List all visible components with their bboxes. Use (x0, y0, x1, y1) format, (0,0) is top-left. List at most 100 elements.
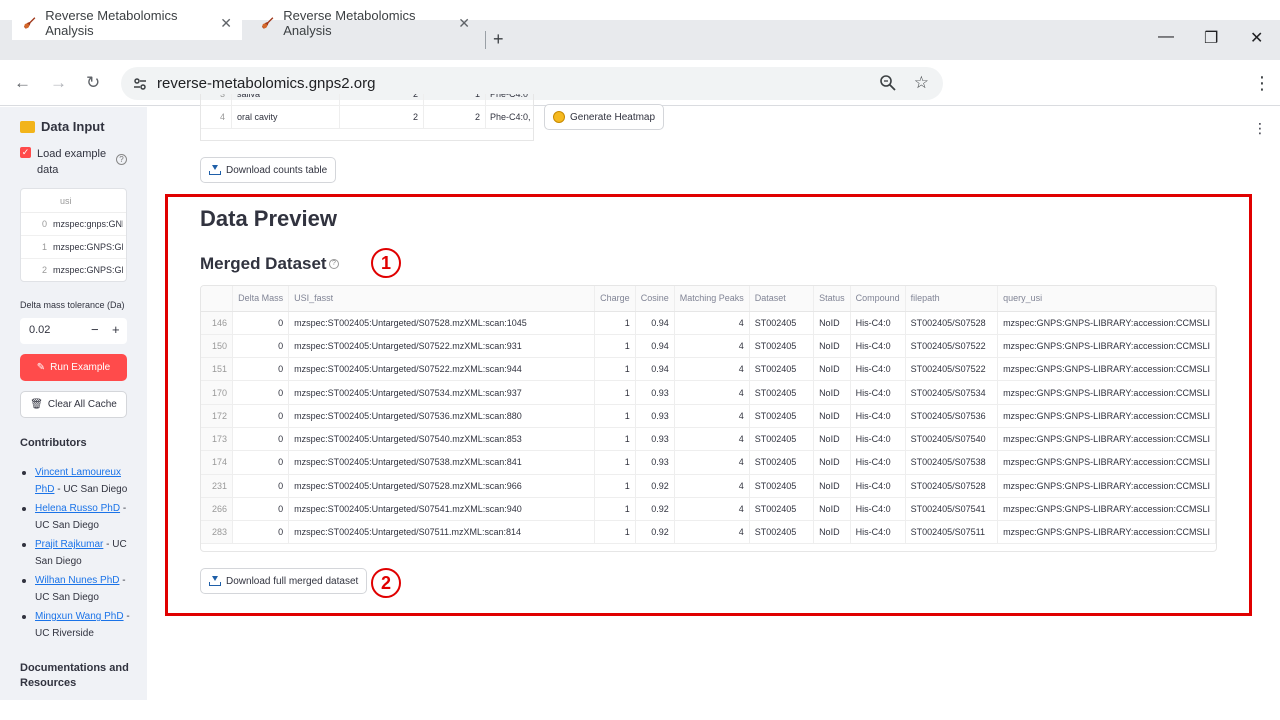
table-row[interactable]: 3 saliva 2 1 Phe-C4:0 (201, 94, 533, 106)
table-cell[interactable]: ST002405/S07540 (905, 427, 999, 452)
tab-active[interactable]: Reverse Metabolomics Analysis ✕ (12, 6, 242, 40)
table-cell[interactable]: NoID (813, 404, 851, 428)
forward-icon[interactable]: → (50, 73, 67, 93)
table-cell[interactable]: 4 (674, 450, 750, 475)
table-cell[interactable]: 0.94 (635, 334, 675, 359)
table-cell[interactable]: mzspec:ST002405:Untargeted/S07534.mzXML:… (288, 380, 596, 405)
table-cell[interactable]: mzspec:GNPS:GNPS-LIBRARY:accession:CCMSL… (997, 474, 1216, 498)
download-counts-button[interactable]: Download counts table (200, 157, 337, 183)
table-cell[interactable]: ST002405/S07528 (905, 474, 999, 498)
decrement-button[interactable]: − (91, 322, 99, 337)
table-cell[interactable]: 0 (232, 404, 290, 428)
table-cell[interactable]: mzspec:ST002405:Untargeted/S07538.mzXML:… (288, 450, 596, 475)
table-cell[interactable]: 0 (232, 520, 290, 545)
table-cell[interactable]: mzspec:ST002405:Untargeted/S07536.mzXML:… (288, 404, 596, 428)
table-cell[interactable]: ST002405/S07541 (905, 497, 999, 522)
table-cell[interactable]: 0 (232, 357, 290, 382)
table-cell[interactable]: His-C4:0 (850, 404, 906, 428)
table-cell[interactable]: ST002405 (749, 334, 815, 359)
table-cell[interactable]: 4 (674, 311, 750, 335)
table-cell[interactable]: ST002405 (749, 474, 815, 498)
table-cell[interactable]: ST002405/S07534 (905, 380, 999, 405)
table-cell[interactable]: 0 (232, 334, 290, 359)
table-row[interactable]: 170 0 mzspec:ST002405:Untargeted/S07534.mz… (201, 380, 1216, 405)
table-cell[interactable]: mzspec:GNPS:GNPS-LIBRARY:accession:CCMSL… (997, 380, 1216, 405)
contributor-link[interactable]: Prajit Rajkumar (35, 539, 103, 550)
run-example-button[interactable]: ✎ Run Example (20, 354, 127, 381)
table-cell[interactable]: ST002405/S07522 (905, 357, 999, 382)
table-cell[interactable]: 0.92 (635, 497, 675, 522)
table-cell[interactable]: His-C4:0 (850, 334, 906, 359)
increment-button[interactable]: + (112, 322, 120, 337)
table-cell[interactable]: 0 (232, 474, 290, 498)
table-row[interactable]: 283 0 mzspec:ST002405:Untargeted/S07511.mz… (201, 520, 1216, 545)
minimize-icon[interactable]: — (1158, 28, 1174, 46)
column-header[interactable]: Status (813, 286, 851, 312)
table-cell[interactable]: His-C4:0 (850, 357, 906, 382)
table-cell[interactable]: NoID (813, 474, 851, 498)
page-menu-icon[interactable]: ⋮ (1253, 120, 1267, 137)
download-merged-button[interactable]: Download full merged dataset (200, 568, 368, 594)
table-cell[interactable]: mzspec:GNPS:GNPS-LIBRARY:accession:CCMSL… (997, 311, 1216, 335)
zoom-icon[interactable] (879, 74, 897, 92)
window-close-icon[interactable]: ✕ (1250, 28, 1263, 48)
column-header[interactable]: query_usi (997, 286, 1216, 312)
table-cell[interactable]: ST002405/S07538 (905, 450, 999, 475)
table-cell[interactable]: 1 (594, 450, 636, 475)
site-settings-icon[interactable] (132, 76, 148, 92)
table-cell[interactable]: mzspec:GNPS:GNPS-LIBRARY:accession:CCMSL… (997, 497, 1216, 522)
table-row[interactable]: 172 0 mzspec:ST002405:Untargeted/S07536.mz… (201, 404, 1216, 428)
table-cell[interactable]: 1 (594, 311, 636, 335)
table-row[interactable]: 2mzspec:GNPS:GNPS-LIBRARY (21, 259, 126, 281)
back-icon[interactable]: ← (14, 73, 31, 93)
table-cell[interactable]: ST002405 (749, 497, 815, 522)
table-cell[interactable]: 0.92 (635, 474, 675, 498)
contributor-link[interactable]: Wilhan Nunes PhD (35, 575, 119, 586)
table-cell[interactable]: ST002405 (749, 427, 815, 452)
table-cell[interactable]: 0.93 (635, 427, 675, 452)
table-cell[interactable]: ST002405/S07528 (905, 311, 999, 335)
column-header[interactable]: Compound (850, 286, 906, 312)
table-row[interactable]: 151 0 mzspec:ST002405:Untargeted/S07522.mz… (201, 357, 1216, 382)
table-cell[interactable]: mzspec:GNPS:GNPS-LIBRARY:accession:CCMSL… (997, 357, 1216, 382)
table-cell[interactable]: His-C4:0 (850, 380, 906, 405)
table-cell[interactable]: 4 (674, 474, 750, 498)
column-header[interactable] (201, 286, 234, 312)
table-cell[interactable]: His-C4:0 (850, 311, 906, 335)
table-cell[interactable]: mzspec:GNPS:GNPS-LIBRARY:accession:CCMSL… (997, 450, 1216, 475)
table-cell[interactable]: mzspec:ST002405:Untargeted/S07528.mzXML:… (288, 311, 596, 335)
table-cell[interactable]: NoID (813, 357, 851, 382)
usi-column-header[interactable]: usi (21, 189, 126, 213)
table-cell[interactable]: 4 (674, 404, 750, 428)
table-cell[interactable]: ST002405 (749, 404, 815, 428)
table-cell[interactable]: 1 (594, 474, 636, 498)
table-cell[interactable]: 4 (674, 497, 750, 522)
bookmark-star-icon[interactable]: ☆ (914, 73, 929, 93)
column-header[interactable]: Matching Peaks (674, 286, 750, 312)
table-cell[interactable]: mzspec:GNPS:GNPS-LIBRARY:accession:CCMSL… (997, 404, 1216, 428)
table-cell[interactable]: ST002405/S07511 (905, 520, 999, 545)
table-cell[interactable]: mzspec:ST002405:Untargeted/S07511.mzXML:… (288, 520, 596, 545)
table-cell[interactable]: ST002405 (749, 450, 815, 475)
table-cell[interactable]: 1 (594, 520, 636, 545)
table-cell[interactable]: His-C4:0 (850, 520, 906, 545)
table-row[interactable]: 266 0 mzspec:ST002405:Untargeted/S07541.mz… (201, 497, 1216, 522)
table-cell[interactable]: NoID (813, 427, 851, 452)
reload-icon[interactable]: ↻ (86, 73, 100, 93)
table-cell[interactable]: mzspec:ST002405:Untargeted/S07540.mzXML:… (288, 427, 596, 452)
browser-menu-icon[interactable]: ⋮ (1253, 73, 1271, 94)
column-header[interactable]: filepath (905, 286, 999, 312)
table-row[interactable]: 150 0 mzspec:ST002405:Untargeted/S07522.mz… (201, 334, 1216, 359)
table-cell[interactable]: 0.93 (635, 450, 675, 475)
table-cell[interactable]: mzspec:ST002405:Untargeted/S07541.mzXML:… (288, 497, 596, 522)
table-cell[interactable]: mzspec:GNPS:GNPS-LIBRARY:accession:CCMSL… (997, 334, 1216, 359)
table-cell[interactable]: NoID (813, 334, 851, 359)
delta-mass-input[interactable]: 0.02 − + (20, 318, 127, 344)
help-icon[interactable]: ? (329, 259, 339, 269)
column-header[interactable]: Delta Mass (232, 286, 290, 312)
tab-inactive[interactable]: Reverse Metabolomics Analysis ✕ (250, 6, 480, 40)
table-cell[interactable]: His-C4:0 (850, 474, 906, 498)
table-row[interactable]: 146 0 mzspec:ST002405:Untargeted/S07528.mz… (201, 311, 1216, 335)
url-text[interactable]: reverse-metabolomics.gnps2.org (157, 75, 375, 92)
help-icon[interactable]: ? (116, 154, 127, 165)
